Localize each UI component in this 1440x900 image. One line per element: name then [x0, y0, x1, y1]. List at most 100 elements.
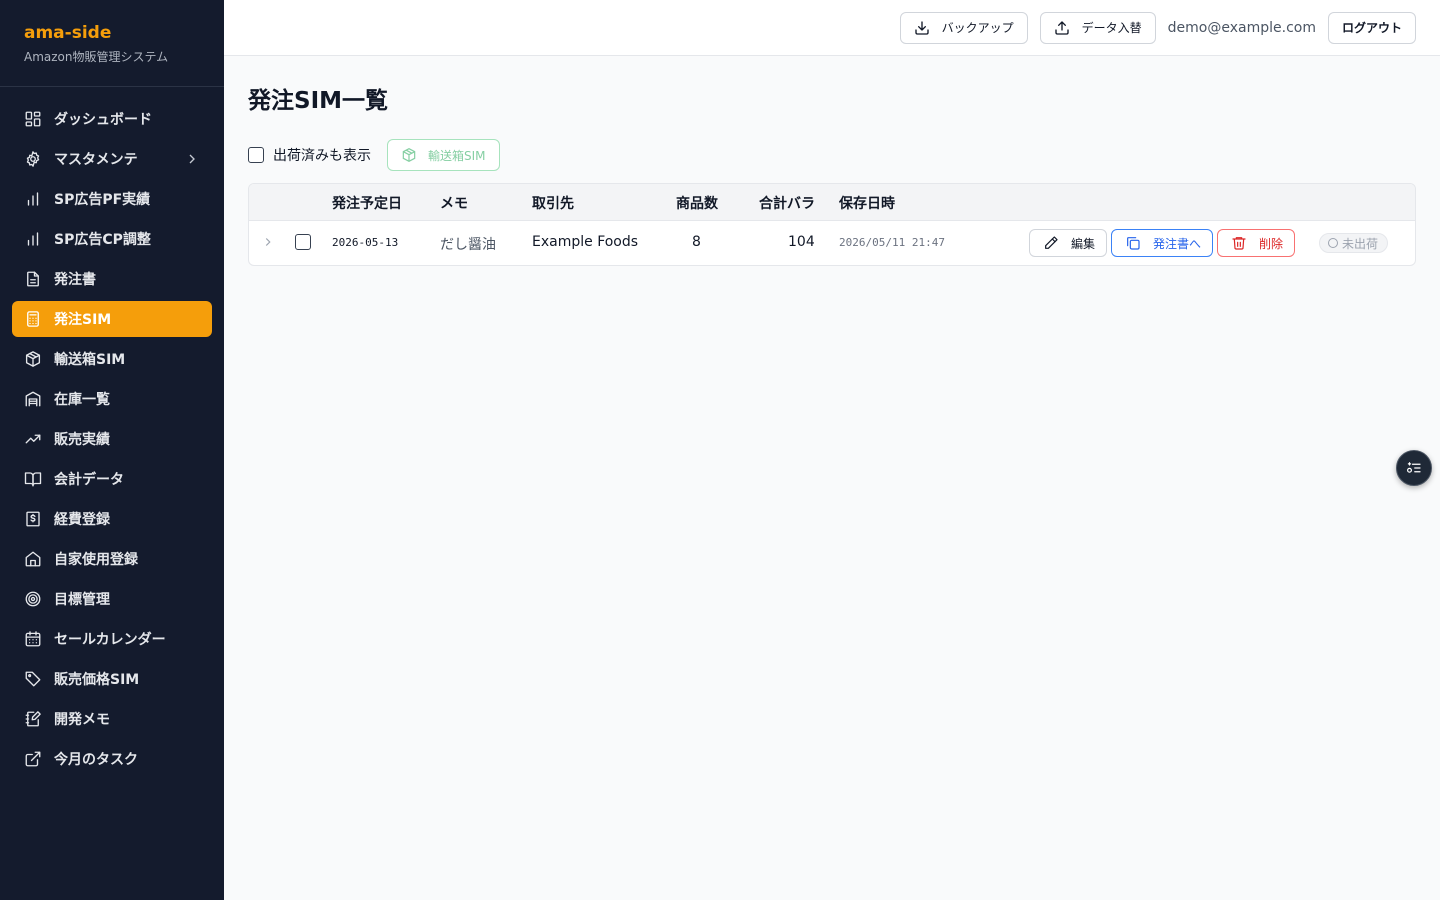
- top-header: バックアップ データ入替 demo@example.com ログアウト: [224, 0, 1440, 56]
- status-badge[interactable]: 未出荷: [1319, 233, 1389, 253]
- sidebar-item-label: マスタメンテ: [54, 152, 138, 168]
- shipping-box-sim-button[interactable]: 輸送箱SIM: [387, 139, 500, 171]
- copy-icon: [1127, 237, 1140, 250]
- sidebar-item-goals[interactable]: 目標管理: [12, 581, 212, 617]
- sidebar-item-label: 目標管理: [54, 592, 110, 608]
- sidebar-item-label: 販売価格SIM: [54, 672, 140, 688]
- backup-button-label: バックアップ: [941, 21, 1014, 35]
- sidebar-item-expenses[interactable]: 経費登録: [12, 501, 212, 537]
- column-header-memo[interactable]: メモ: [440, 193, 468, 213]
- sidebar-item-sale-calendar[interactable]: セールカレンダー: [12, 621, 212, 657]
- app-subtitle: Amazon物販管理システム: [24, 50, 169, 64]
- user-email: demo@example.com: [1167, 19, 1316, 36]
- sidebar-nav: ダッシュボード マスタメンテ SP広告PF実績 SP広告CP調整 発注書 発注S…: [0, 87, 224, 777]
- box-icon: [24, 350, 42, 368]
- delete-button[interactable]: 削除: [1217, 229, 1295, 257]
- calculator-icon: [24, 310, 42, 328]
- sidebar-item-sp-ad-cp[interactable]: SP広告CP調整: [12, 221, 212, 257]
- column-header-saved-at[interactable]: 保存日時: [839, 193, 895, 213]
- edit-button[interactable]: 編集: [1029, 229, 1107, 257]
- edit-button-label: 編集: [1071, 236, 1096, 251]
- table-header: 発注予定日 メモ 取引先 商品数 合計バラ 保存日時: [249, 184, 1415, 221]
- cell-order-date: 2026-05-13: [332, 236, 399, 249]
- cell-supplier: Example Foods: [532, 234, 639, 250]
- box-icon: [402, 147, 416, 163]
- shipping-box-sim-label: 輸送箱SIM: [428, 148, 486, 163]
- row-checkbox[interactable]: [295, 234, 311, 250]
- target-icon: [24, 590, 42, 608]
- external-link-icon: [24, 750, 42, 768]
- sidebar-item-label: 今月のタスク: [54, 752, 138, 768]
- sidebar-item-shipping-box-sim[interactable]: 輸送箱SIM: [12, 341, 212, 377]
- show-shipped-toggle[interactable]: 出荷済みも表示: [248, 145, 371, 165]
- sidebar-item-label: 会計データ: [54, 472, 124, 488]
- sidebar-item-label: 経費登録: [54, 512, 110, 528]
- receipt-icon: [24, 510, 42, 528]
- sidebar-item-label: 在庫一覧: [54, 392, 110, 408]
- logout-button[interactable]: ログアウト: [1327, 11, 1416, 44]
- sidebar-item-label: 自家使用登録: [54, 552, 138, 568]
- circle-icon: [1328, 238, 1338, 248]
- bar-chart-icon: [24, 190, 42, 208]
- sidebar-item-accounting[interactable]: 会計データ: [12, 461, 212, 497]
- sidebar-item-dev-memo[interactable]: 開発メモ: [12, 701, 212, 737]
- delete-button-label: 削除: [1259, 236, 1284, 251]
- sidebar-item-self-use[interactable]: 自家使用登録: [12, 541, 212, 577]
- sidebar-item-label: 発注SIM: [54, 312, 112, 328]
- sidebar-item-sp-ad-pf[interactable]: SP広告PF実績: [12, 181, 212, 217]
- data-import-button[interactable]: データ入替: [1039, 11, 1156, 44]
- bar-chart-icon: [24, 230, 42, 248]
- sidebar-item-inventory[interactable]: 在庫一覧: [12, 381, 212, 417]
- sidebar-item-price-sim[interactable]: 販売価格SIM: [12, 661, 212, 697]
- book-icon: [24, 470, 42, 488]
- brand: ama-side Amazon物販管理システム: [0, 0, 224, 87]
- home-icon: [24, 550, 42, 568]
- to-purchase-order-button[interactable]: 発注書へ: [1111, 229, 1213, 257]
- column-header-order-date[interactable]: 発注予定日: [332, 193, 402, 213]
- sidebar-item-label: 発注書: [54, 272, 96, 288]
- chevron-right-icon[interactable]: [184, 151, 200, 167]
- cell-saved-at: 2026/05/11 21:47: [839, 236, 945, 249]
- download-icon: [914, 20, 929, 35]
- show-shipped-checkbox[interactable]: [248, 147, 264, 163]
- tag-icon: [24, 670, 42, 688]
- column-header-supplier[interactable]: 取引先: [532, 193, 574, 213]
- sidebar-item-sales[interactable]: 販売実績: [12, 421, 212, 457]
- sidebar-item-monthly-tasks[interactable]: 今月のタスク: [12, 741, 212, 777]
- to-purchase-order-label: 発注書へ: [1153, 236, 1202, 251]
- toolbar: 出荷済みも表示 輸送箱SIM: [248, 139, 1416, 171]
- upload-icon: [1054, 20, 1069, 35]
- order-sim-table: 発注予定日 メモ 取引先 商品数 合計バラ 保存日時 2026-05-13 だし…: [248, 183, 1416, 266]
- cell-memo: だし醤油: [440, 237, 496, 253]
- dashboard-icon: [24, 110, 42, 128]
- pencil-icon: [1045, 236, 1058, 249]
- sidebar-item-master[interactable]: マスタメンテ: [12, 141, 212, 177]
- sidebar-item-order-sim[interactable]: 発注SIM: [12, 301, 212, 337]
- cell-total-units: 104: [788, 234, 815, 250]
- backup-button[interactable]: バックアップ: [899, 11, 1028, 44]
- warehouse-icon: [24, 390, 42, 408]
- show-shipped-label: 出荷済みも表示: [273, 148, 371, 164]
- status-label: 未出荷: [1342, 236, 1379, 251]
- sidebar-item-label: セールカレンダー: [54, 632, 166, 648]
- floating-action-button[interactable]: [1396, 450, 1432, 486]
- app-name[interactable]: ama-side: [24, 22, 200, 44]
- sidebar-item-label: 開発メモ: [54, 712, 110, 728]
- data-import-button-label: データ入替: [1081, 21, 1142, 35]
- trending-up-icon: [24, 430, 42, 448]
- notebook-pen-icon: [24, 710, 42, 728]
- sidebar-item-label: 販売実績: [54, 432, 110, 448]
- cell-item-count: 8: [692, 234, 701, 250]
- sidebar: ama-side Amazon物販管理システム ダッシュボード マスタメンテ S…: [0, 0, 224, 900]
- sidebar-item-label: SP広告CP調整: [54, 232, 151, 248]
- column-header-item-count[interactable]: 商品数: [676, 193, 718, 213]
- sidebar-item-purchase-order[interactable]: 発注書: [12, 261, 212, 297]
- main-content: 発注SIM一覧 出荷済みも表示 輸送箱SIM 発注予定日 メモ 取引先 商品数 …: [248, 56, 1416, 266]
- sidebar-item-label: ダッシュボード: [54, 112, 152, 128]
- document-icon: [24, 270, 42, 288]
- sidebar-item-label: SP広告PF実績: [54, 192, 151, 208]
- column-header-total-units[interactable]: 合計バラ: [759, 193, 815, 213]
- sidebar-item-dashboard[interactable]: ダッシュボード: [12, 101, 212, 137]
- table-row[interactable]: 2026-05-13 だし醤油 Example Foods 8 104 2026…: [249, 221, 1415, 265]
- expand-chevron-icon[interactable]: [261, 235, 275, 249]
